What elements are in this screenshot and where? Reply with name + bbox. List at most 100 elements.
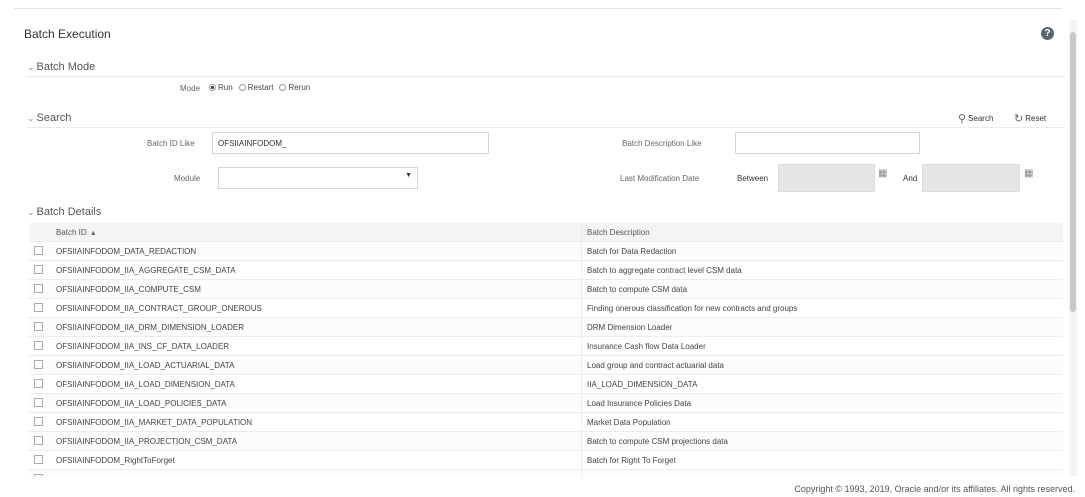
table-row[interactable]: OFSIIAINFODOM_DATA_REDACTION Batch for Da… (29, 241, 1063, 261)
row-checkbox[interactable] (34, 245, 43, 255)
row-checkbox[interactable] (34, 283, 43, 293)
calendar-icon[interactable]: ▦ (1024, 168, 1033, 179)
module-label: Module (174, 174, 201, 183)
batch-id-cell[interactable]: OFSIIAINFODOM_RightToForget (51, 450, 582, 470)
table-row[interactable]: OFSIIAINFODOM_IIA_PROJECTION_CSM_DATA Bat… (29, 431, 1063, 451)
section-divider (27, 76, 1065, 77)
row-checkbox[interactable] (34, 359, 43, 369)
search-title: Search (36, 112, 72, 124)
row-select-cell (29, 260, 51, 280)
batch-id-cell[interactable]: OFSIIAINFODOM_IIA_LOAD_POLICIES_DATA (51, 393, 582, 413)
row-select-cell (29, 279, 51, 299)
batch-description-input[interactable] (735, 132, 920, 154)
batch-description-column-label: Batch Description (587, 227, 650, 237)
batch-description-cell: Load group and contract actuarial data (581, 355, 1063, 375)
row-checkbox[interactable] (34, 321, 43, 331)
batch-id-label: Batch ID Like (147, 139, 195, 148)
batch-description-cell: Insurance Cash flow Data Loader (581, 336, 1063, 356)
rerun-radio[interactable] (279, 84, 287, 91)
batch-mode-section-header[interactable]: ⌄ Batch Mode (27, 61, 95, 73)
batch-id-cell[interactable]: OFSIIAINFODOM_IIA_CONTRACT_GROUP_ONEROUS (51, 298, 582, 318)
batch-id-cell[interactable]: OFSIIAINFODOM_IIA_PROJECTION_CSM_DATA (51, 431, 582, 451)
row-checkbox[interactable] (34, 302, 43, 312)
row-checkbox[interactable] (34, 416, 43, 426)
to-date-input[interactable] (922, 164, 1020, 192)
batch-id-cell[interactable]: OFSIIAINFODOM_DATA_REDACTION (51, 241, 582, 261)
row-checkbox[interactable] (34, 378, 43, 388)
table-row[interactable]: OFSIIAINFODOM_IIA_MARKET_DATA_POPULATION… (29, 412, 1063, 432)
chevron-down-icon: ⌄ (27, 62, 35, 72)
row-checkbox[interactable] (34, 264, 43, 274)
table-row[interactable]: OFSIIAINFODOM_IIA_LOAD_DIMENSION_DATA IIA… (29, 374, 1063, 394)
reset-button[interactable]: ↻ Reset (1014, 112, 1046, 125)
batch-details-section-header[interactable]: ⌄ Batch Details (27, 206, 101, 218)
from-date-input[interactable] (778, 164, 875, 192)
mode-radio-group: Run Restart Rerun (209, 83, 316, 92)
dropdown-arrow-icon: ▼ (405, 172, 412, 179)
mode-label: Mode (180, 84, 201, 93)
help-icon[interactable]: ? (1041, 27, 1054, 40)
vertical-scrollbar[interactable] (1069, 20, 1077, 490)
table-row[interactable]: OFSIIAINFODOM_RightToForget Batch for Rig… (29, 450, 1063, 470)
batch-description-cell: Batch to compute CSM data (581, 279, 1063, 299)
restart-radio[interactable] (238, 84, 246, 91)
row-select-cell (29, 336, 51, 356)
row-checkbox[interactable] (34, 454, 43, 464)
calendar-icon[interactable]: ▦ (878, 168, 887, 179)
batch-description-column-header[interactable]: Batch Description (581, 223, 1063, 242)
row-select-cell (29, 355, 51, 375)
batch-description-cell: Batch for Right To Forget (581, 450, 1063, 470)
batch-id-cell[interactable]: OFSIIAINFODOM_IIA_MARKET_DATA_POPULATION (51, 412, 582, 432)
row-select-cell (29, 317, 51, 337)
row-select-cell (29, 241, 51, 261)
table-row[interactable]: OFSIIAINFODOM_IIA_LOAD_ACTUARIAL_DATA Loa… (29, 355, 1063, 375)
table-row[interactable]: OFSIIAINFODOM_IIA_COMPUTE_CSM Batch to co… (29, 279, 1063, 299)
row-checkbox[interactable] (34, 397, 43, 407)
table-row[interactable]: OFSIIAINFODOM_IIA_AGGREGATE_CSM_DATA Batc… (29, 260, 1063, 280)
row-select-cell (29, 393, 51, 413)
table-row[interactable]: OFSIIAINFODOM_IIA_CONTRACT_GROUP_ONEROUS… (29, 298, 1063, 318)
batch-id-input[interactable]: OFSIIAINFODOM_ (212, 132, 489, 154)
row-checkbox[interactable] (34, 435, 43, 445)
run-radio-label[interactable]: Run (218, 83, 233, 92)
batch-id-cell[interactable]: OFSIIAINFODOM_IIA_INS_CF_DATA_LOADER (51, 336, 582, 356)
module-select[interactable]: ▼ (218, 167, 418, 189)
batch-description-cell: Market Data Population (581, 412, 1063, 432)
restart-radio-label[interactable]: Restart (248, 83, 274, 92)
batch-description-cell: IIA_LOAD_DIMENSION_DATA (581, 374, 1063, 394)
reset-icon: ↻ (1014, 113, 1024, 125)
run-radio[interactable] (209, 84, 216, 91)
table-row[interactable]: OFSIIAINFODOM_IIA_LOAD_POLICIES_DATA Load… (29, 393, 1063, 413)
batch-mode-title: Batch Mode (36, 61, 96, 73)
row-select-cell (29, 431, 51, 451)
search-button-label: Search (968, 114, 994, 123)
batch-id-cell[interactable]: OFSIIAINFODOM_IIA_DRM_DIMENSION_LOADER (51, 317, 582, 337)
batch-id-cell[interactable]: OFSIIAINFODOM_IIA_LOAD_DIMENSION_DATA (51, 374, 582, 394)
between-label: Between (737, 174, 769, 183)
copyright-text: Copyright © 1993, 2019, Oracle and/or it… (794, 484, 1075, 494)
page-title: Batch Execution (24, 27, 111, 41)
rerun-radio-label[interactable]: Rerun (288, 83, 310, 92)
batch-id-cell[interactable]: OFSIIAINFODOM_IIA_LOAD_ACTUARIAL_DATA (51, 355, 582, 375)
batch-id-cell[interactable]: OFSIIAINFODOM_IIA_COMPUTE_CSM (51, 279, 582, 299)
row-select-cell (29, 412, 51, 432)
scrollbar-thumb[interactable] (1070, 32, 1076, 312)
search-section-header[interactable]: ⌄ Search (27, 112, 71, 124)
batch-description-cell: Load Insurance Policies Data (581, 393, 1063, 413)
table-row[interactable]: OFSIIAINFODOM_IIA_DRM_DIMENSION_LOADER DR… (29, 317, 1063, 337)
search-button[interactable]: ⚲ Search (958, 112, 993, 125)
batch-id-cell[interactable]: OFSIIAINFODOM_IIA_AGGREGATE_CSM_DATA (51, 260, 582, 280)
batch-id-column-header[interactable]: Batch ID ▲ (51, 223, 582, 242)
chevron-down-icon: ⌄ (27, 113, 35, 123)
row-checkbox[interactable] (34, 340, 43, 350)
row-select-cell (29, 374, 51, 394)
table-row[interactable]: OFSIIAINFODOM_IIA_INS_CF_DATA_LOADER Insu… (29, 336, 1063, 356)
row-select-cell (29, 298, 51, 318)
sort-ascending-icon[interactable]: ▲ (90, 230, 97, 237)
top-divider (14, 8, 1062, 9)
batch-details-title: Batch Details (36, 206, 102, 218)
batch-table: Batch ID ▲ Batch Description OFSIIAINFODO… (29, 223, 1063, 489)
batch-description-cell: DRM Dimension Loader (581, 317, 1063, 337)
batch-description-cell: Batch for Data Redaction (581, 241, 1063, 261)
batch-description-label: Batch Description Like (622, 139, 702, 148)
